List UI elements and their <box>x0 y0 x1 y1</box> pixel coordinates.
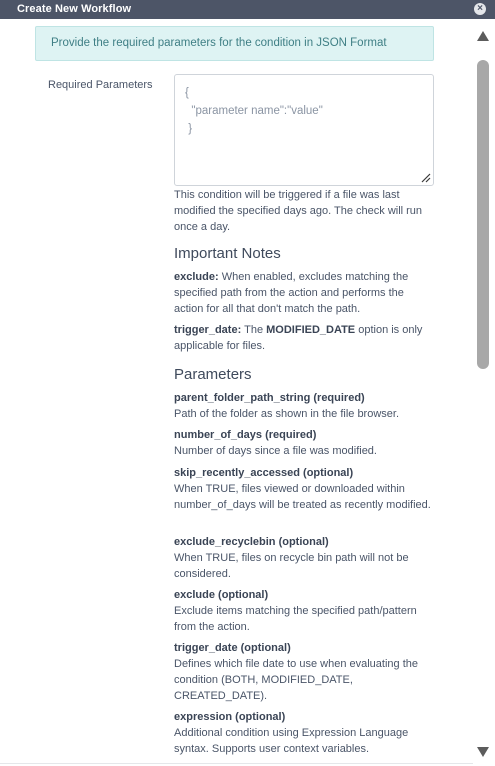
parameters-heading: Parameters <box>174 366 252 383</box>
param-tag: (optional) <box>275 536 329 548</box>
condition-helper-text: This condition will be triggered if a fi… <box>174 189 423 233</box>
param-desc: Path of the folder as shown in the file … <box>174 408 400 420</box>
param-desc: When TRUE, files viewed or downloaded wi… <box>174 483 431 511</box>
json-line: { <box>185 87 189 99</box>
param-parent-folder-path-string: parent_folder_path_string (required) Pat… <box>174 390 436 422</box>
param-name: exclude <box>174 589 215 601</box>
triangle-up-icon[interactable] <box>477 31 489 41</box>
param-name: number_of_days <box>174 429 263 441</box>
note-text: The <box>241 324 267 336</box>
param-desc: Exclude items matching the specified pat… <box>174 605 417 633</box>
param-tag: (required) <box>262 429 317 441</box>
info-banner: Provide the required parameters for the … <box>35 26 434 61</box>
note-trigger-date: trigger_date: The MODIFIED_DATE option i… <box>174 322 436 354</box>
param-exclude-recyclebin: exclude_recyclebin (optional) When TRUE,… <box>174 534 436 582</box>
param-number-of-days: number_of_days (required) Number of days… <box>174 427 436 459</box>
param-desc: Additional condition using Expression La… <box>174 727 409 755</box>
note-emphasis: MODIFIED_DATE <box>266 324 356 336</box>
divider <box>0 763 473 764</box>
required-parameters-label: Required Parameters <box>48 79 153 91</box>
param-expression: expression (optional) Additional conditi… <box>174 709 436 757</box>
triangle-down-icon[interactable] <box>477 747 489 757</box>
param-name: parent_folder_path_string <box>174 392 311 404</box>
param-skip-recently-accessed: skip_recently_accessed (optional) When T… <box>174 465 436 513</box>
param-tag: (optional) <box>214 589 269 601</box>
param-desc: When TRUE, files on recycle bin path wil… <box>174 552 409 580</box>
json-line: "parameter name":"value" <box>185 105 323 117</box>
note-key: exclude: <box>174 271 219 283</box>
important-notes-heading: Important Notes <box>174 245 281 262</box>
note-key: trigger_date: <box>174 324 242 336</box>
scroll-thumb[interactable] <box>477 60 489 369</box>
param-name: exclude_recyclebin <box>174 536 276 548</box>
info-banner-text: Provide the required parameters for the … <box>51 37 387 49</box>
param-name: skip_recently_accessed <box>174 467 300 479</box>
param-tag: (optional) <box>299 467 354 479</box>
param-name: trigger_date <box>174 642 238 654</box>
note-exclude: exclude: When enabled, excludes matching… <box>174 269 436 317</box>
json-parameters-textarea[interactable]: { "parameter name":"value" } <box>174 74 434 186</box>
dialog-title: Create New Workflow <box>17 3 132 15</box>
dialog-content: Provide the required parameters for the … <box>0 19 473 766</box>
param-trigger-date: trigger_date (optional) Defines which fi… <box>174 640 436 704</box>
resize-grip-icon[interactable] <box>421 173 431 183</box>
param-tag: (optional) <box>237 642 291 654</box>
param-exclude: exclude (optional) Exclude items matchin… <box>174 587 436 635</box>
param-tag: (optional) <box>232 711 286 723</box>
param-name: expression <box>174 711 233 723</box>
create-workflow-dialog: Create New Workflow × Provide the requir… <box>0 0 495 766</box>
param-tag: (required) <box>310 392 365 404</box>
param-desc: Defines which file date to use when eval… <box>174 658 418 702</box>
dialog-titlebar: Create New Workflow × <box>0 0 495 19</box>
json-line: } <box>185 123 193 135</box>
param-desc: Number of days since a file was modified… <box>174 445 377 457</box>
close-icon[interactable]: × <box>474 3 486 15</box>
